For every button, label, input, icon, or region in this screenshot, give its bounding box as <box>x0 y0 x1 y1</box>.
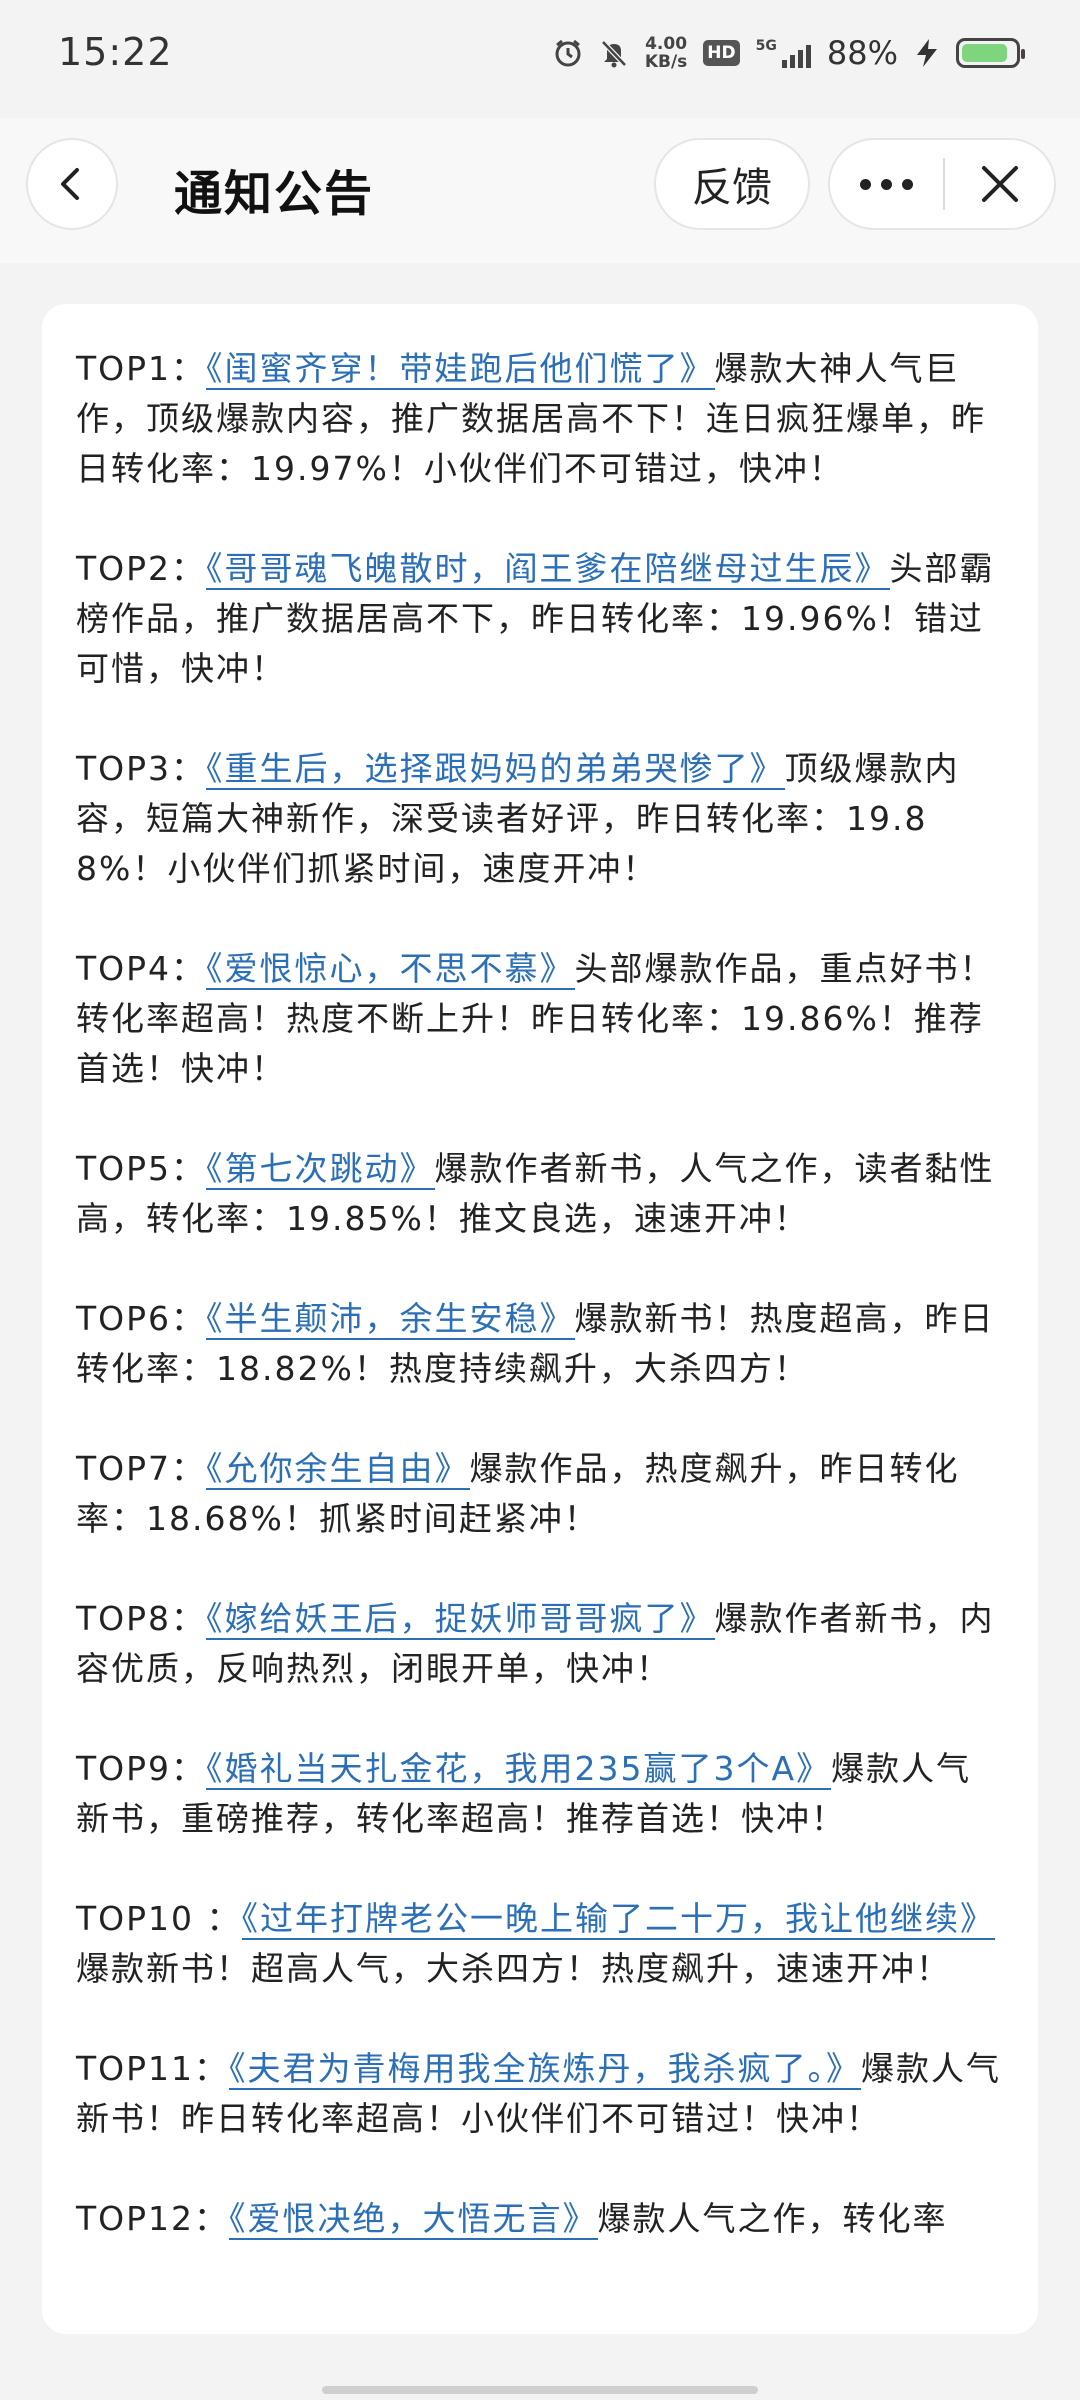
chevron-left-icon <box>61 168 79 200</box>
book-link[interactable]: 《允你余生自由》 <box>206 1449 470 1490</box>
announcement-card: TOP1：《闺蜜齐穿！带娃跑后他们慌了》爆款大神人气巨作，顶级爆款内容，推广数据… <box>42 304 1038 2334</box>
signal-icon: 5G <box>756 38 811 68</box>
close-icon <box>981 166 1018 202</box>
network-type: 5G <box>755 38 777 54</box>
list-item: TOP5：《第七次跳动》爆款作者新书，人气之作，读者黏性高，转化率：19.85%… <box>76 1144 1004 1244</box>
list-item: TOP6：《半生颠沛，余生安稳》爆款新书！热度超高，昨日转化率：18.82%！热… <box>76 1294 1004 1394</box>
item-rank: TOP1： <box>76 349 207 388</box>
page-title: 通知公告 <box>174 166 375 222</box>
status-icons: 4.00 KB/s HD 5G 88% <box>553 34 1025 72</box>
list-item: TOP9：《婚礼当天扎金花，我用235赢了3个A》爆款人气新书，重磅推荐，转化率… <box>76 1744 1004 1844</box>
status-time: 15:22 <box>58 30 173 74</box>
item-desc: 爆款人气之作，转化率 <box>597 2199 948 2238</box>
list-item: TOP7：《允你余生自由》爆款作品，热度飙升，昨日转化率：18.68%！抓紧时间… <box>76 1444 1004 1544</box>
item-rank: TOP4： <box>76 949 207 988</box>
item-rank: TOP6： <box>76 1299 207 1338</box>
book-link[interactable]: 《嫁给妖王后，捉妖师哥哥疯了》 <box>206 1599 715 1640</box>
net-speed-unit: KB/s <box>644 52 688 72</box>
book-link[interactable]: 《重生后，选择跟妈妈的弟弟哭惨了》 <box>206 749 785 790</box>
book-link[interactable]: 《爱恨决绝，大悟无言》 <box>229 2199 598 2240</box>
battery-level <box>962 44 1008 62</box>
home-indicator[interactable] <box>322 2386 758 2394</box>
book-link[interactable]: 《哥哥魂飞魄散时，阎王爹在陪继母过生辰》 <box>206 549 890 590</box>
book-link[interactable]: 《第七次跳动》 <box>206 1149 435 1190</box>
more-dots-icon <box>860 178 871 190</box>
item-rank: TOP5： <box>76 1149 207 1188</box>
list-item: TOP4：《爱恨惊心，不思不慕》头部爆款作品，重点好书！转化率超高！热度不断上升… <box>76 944 1004 1094</box>
mute-bell-icon <box>599 38 629 68</box>
feedback-button[interactable]: 反馈 <box>654 138 810 230</box>
net-speed-value: 4.00 <box>645 34 688 54</box>
item-rank: TOP8： <box>76 1599 207 1638</box>
item-rank: TOP2： <box>76 549 207 588</box>
book-link[interactable]: 《婚礼当天扎金花，我用235赢了3个A》 <box>206 1749 832 1790</box>
item-rank: TOP9： <box>76 1749 207 1788</box>
charging-icon <box>914 38 940 68</box>
list-item: TOP3：《重生后，选择跟妈妈的弟弟哭惨了》顶级爆款内容，短篇大神新作，深受读者… <box>76 744 1004 894</box>
more-button[interactable] <box>830 140 943 228</box>
close-button[interactable] <box>945 140 1054 228</box>
list-item: TOP1：《闺蜜齐穿！带娃跑后他们慌了》爆款大神人气巨作，顶级爆款内容，推广数据… <box>76 344 1004 494</box>
hd-badge: HD <box>703 40 740 66</box>
book-link[interactable]: 《爱恨惊心，不思不慕》 <box>206 949 575 990</box>
battery-percent: 88% <box>826 34 898 72</box>
list-item: TOP8：《嫁给妖王后，捉妖师哥哥疯了》爆款作者新书，内容优质，反响热烈，闭眼开… <box>76 1594 1004 1694</box>
net-speed: 4.00 KB/s <box>645 35 687 71</box>
book-link[interactable]: 《闺蜜齐穿！带娃跑后他们慌了》 <box>206 349 715 390</box>
list-item: TOP11：《夫君为青梅用我全族炼丹，我杀疯了。》爆款人气新书！昨日转化率超高！… <box>76 2044 1004 2144</box>
item-rank: TOP7： <box>76 1449 207 1488</box>
list-item: TOP2：《哥哥魂飞魄散时，阎王爹在陪继母过生辰》头部霸榜作品，推广数据居高不下… <box>76 544 1004 694</box>
status-bar: 15:22 4.00 KB/s HD 5G 88% <box>0 0 1080 118</box>
list-item: TOP10 ：《过年打牌老公一晚上输了二十万，我让他继续》爆款新书！超高人气，大… <box>76 1894 1004 1994</box>
item-rank: TOP12： <box>76 2199 230 2238</box>
book-link[interactable]: 《过年打牌老公一晚上输了二十万，我让他继续》 <box>241 1899 996 1940</box>
nav-header: 通知公告 反馈 <box>0 118 1080 263</box>
book-link[interactable]: 《夫君为青梅用我全族炼丹，我杀疯了。》 <box>229 2049 862 2090</box>
mini-program-capsule <box>828 138 1056 230</box>
alarm-icon <box>553 38 583 68</box>
book-link[interactable]: 《半生颠沛，余生安稳》 <box>206 1299 575 1340</box>
announcement-list: TOP1：《闺蜜齐穿！带娃跑后他们慌了》爆款大神人气巨作，顶级爆款内容，推广数据… <box>42 304 1038 2244</box>
item-desc: 爆款新书！超高人气，大杀四方！热度飙升，速速开冲！ <box>76 1949 951 1988</box>
item-rank: TOP10 ： <box>76 1899 242 1938</box>
item-rank: TOP11： <box>76 2049 230 2088</box>
battery-icon <box>956 38 1025 68</box>
item-rank: TOP3： <box>76 749 207 788</box>
back-button[interactable] <box>26 138 118 230</box>
list-item: TOP12：《爱恨决绝，大悟无言》爆款人气之作，转化率 <box>76 2194 1004 2244</box>
